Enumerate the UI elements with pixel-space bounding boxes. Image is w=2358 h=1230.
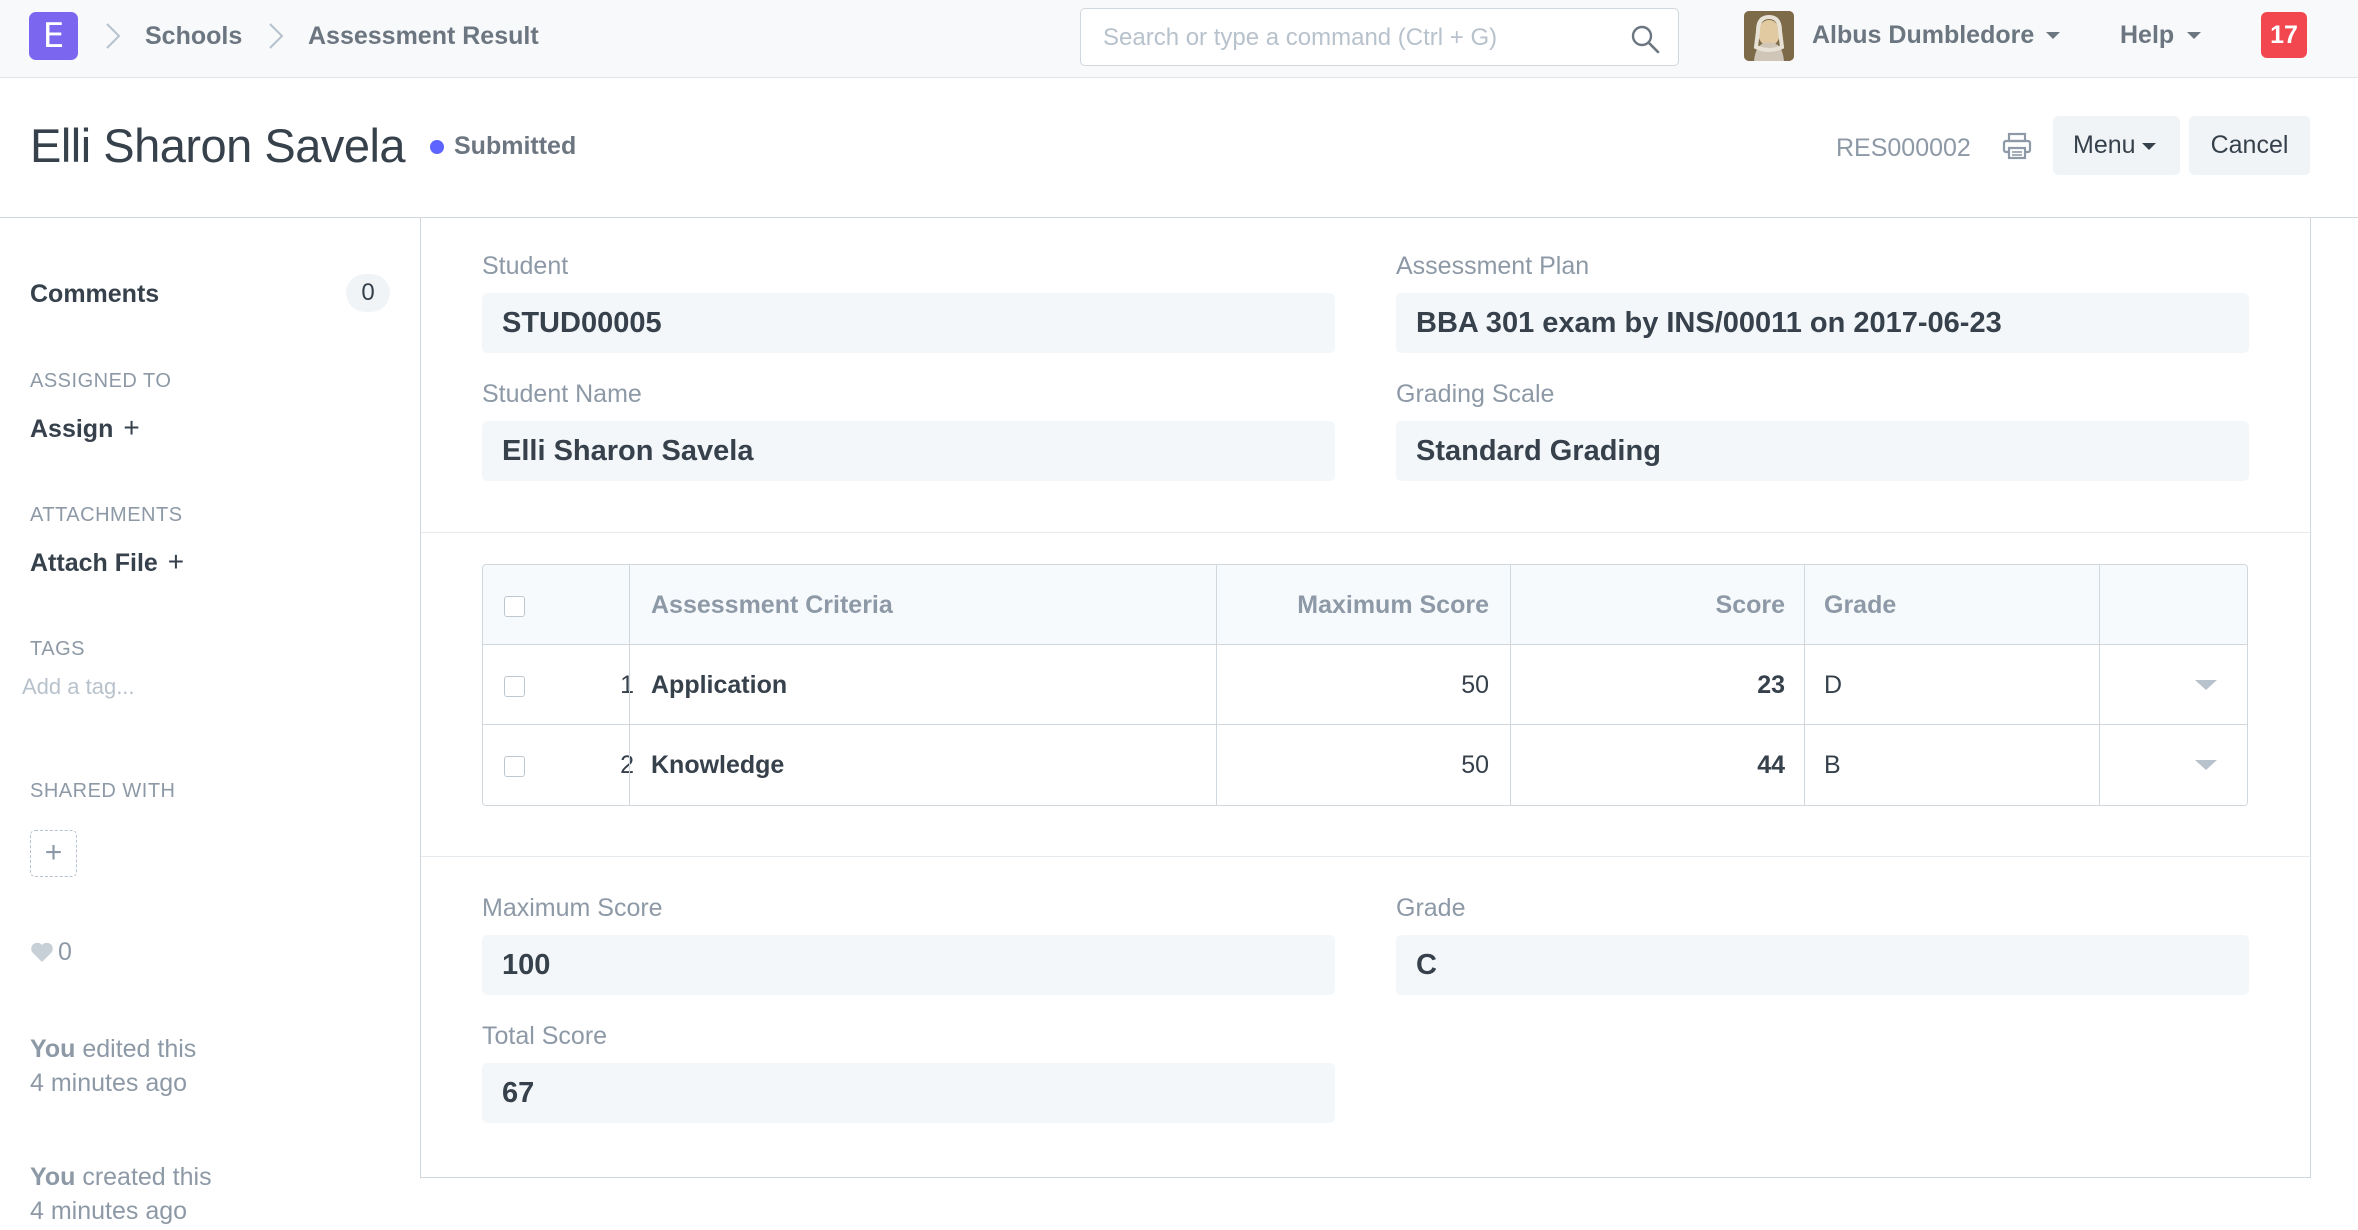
grading-scale-label: Grading Scale [1396,380,1555,408]
column-divider [1510,565,1511,805]
app-logo[interactable]: E [29,12,78,60]
column-divider [2099,565,2100,805]
grading-scale-field[interactable]: Standard Grading [1396,421,2249,481]
maximum-score-field[interactable]: 100 [482,935,1335,995]
attachments-heading: ATTACHMENTS [30,504,183,526]
notification-badge[interactable]: 17 [2261,12,2307,58]
heart-icon [31,942,53,962]
table-row[interactable]: 2 Knowledge 50 44 B [483,725,2247,805]
navbar: E Schools Assessment Result Albus Dumble… [0,0,2358,78]
grade-label: Grade [1396,894,1466,922]
assessment-details-table: Assessment Criteria Maximum Score Score … [482,564,2248,806]
row-checkbox[interactable] [504,756,525,777]
column-header-criteria: Assessment Criteria [651,591,893,619]
score-cell[interactable]: 23 [1513,645,1785,725]
add-share-button[interactable]: + [30,830,77,877]
row-checkbox[interactable] [504,676,525,697]
cancel-button[interactable]: Cancel [2189,116,2310,175]
score-cell[interactable]: 44 [1513,725,1785,805]
comments-count: 0 [346,274,390,312]
tags-heading: TAGS [30,638,85,660]
section-divider [421,532,2312,533]
column-divider [1216,565,1217,805]
comments-link[interactable]: Comments [30,280,159,309]
assessment-plan-label: Assessment Plan [1396,252,1590,280]
status-badge: Submitted [454,132,577,160]
menu-button[interactable]: Menu [2053,116,2180,175]
plus-icon: + [167,546,185,577]
status-indicator-icon [430,140,444,154]
search-input[interactable] [1103,21,1623,55]
assign-button[interactable]: Assign + [30,412,140,444]
student-name-field[interactable]: Elli Sharon Savela [482,421,1335,481]
maximum-score-label: Maximum Score [482,894,663,922]
help-menu[interactable]: Help [2120,21,2174,50]
column-header-score: Score [1715,591,1785,619]
plus-icon: + [123,412,140,443]
assessment-plan-field[interactable]: BBA 301 exam by INS/00011 on 2017-06-23 [1396,293,2249,353]
page-title: Elli Sharon Savela [30,119,406,172]
column-header-max-score: Maximum Score [1297,591,1489,619]
breadcrumb-schools[interactable]: Schools [145,22,242,51]
row-index: 1 [620,671,634,699]
student-field[interactable]: STUD00005 [482,293,1335,353]
select-all-checkbox[interactable] [504,596,525,617]
activity-item: You created this 4 minutes ago [30,1163,212,1225]
print-icon[interactable] [2002,132,2032,160]
column-header-grade: Grade [1824,591,1897,619]
like-count: 0 [58,938,72,966]
student-label: Student [482,252,569,280]
add-tag-input[interactable]: Add a tag... [22,674,135,700]
chevron-right-icon [104,20,122,52]
form-body: Student STUD00005 Assessment Plan BBA 30… [420,218,2312,1178]
grade-field[interactable]: C [1396,935,2249,995]
grade-cell[interactable]: D [1824,645,1842,725]
grade-cell[interactable]: B [1824,725,1841,805]
total-score-label: Total Score [482,1022,608,1050]
caret-down-icon[interactable] [2195,760,2217,770]
caret-down-icon [2142,143,2156,150]
chevron-right-icon [267,20,285,52]
table-row[interactable]: 1 Application 50 23 D [483,645,2247,725]
caret-down-icon[interactable] [2195,680,2217,690]
student-name-label: Student Name [482,380,642,408]
column-divider [1804,565,1805,805]
assigned-to-heading: ASSIGNED TO [30,370,172,392]
criteria-cell[interactable]: Knowledge [651,725,784,805]
search-icon[interactable] [1630,24,1660,54]
user-menu[interactable]: Albus Dumbledore [1812,21,2034,50]
plus-icon: + [44,836,63,869]
page-head: Elli Sharon Savela Submitted RES000002 M… [0,78,2358,218]
max-score-cell[interactable]: 50 [1217,725,1489,805]
total-score-field[interactable]: 67 [482,1063,1335,1123]
section-divider [421,856,2312,857]
table-header: Assessment Criteria Maximum Score Score … [483,565,2247,645]
caret-down-icon[interactable] [2046,32,2060,39]
max-score-cell[interactable]: 50 [1217,645,1489,725]
caret-down-icon[interactable] [2187,32,2201,39]
like-button[interactable]: 0 [30,938,72,967]
avatar[interactable] [1744,11,1794,61]
row-index: 2 [620,751,634,779]
sidebar: Comments 0 ASSIGNED TO Assign + ATTACHMEN… [0,218,420,1230]
column-divider [629,565,630,805]
activity-item: You edited this 4 minutes ago [30,1035,197,1097]
shared-with-heading: SHARED WITH [30,780,176,802]
search-bar [1080,8,1679,66]
criteria-cell[interactable]: Application [651,645,787,725]
attach-file-button[interactable]: Attach File + [30,546,184,578]
breadcrumb-assessment-result[interactable]: Assessment Result [308,22,539,51]
menu-button-label: Menu [2073,131,2136,159]
document-id: RES000002 [1836,134,1971,162]
